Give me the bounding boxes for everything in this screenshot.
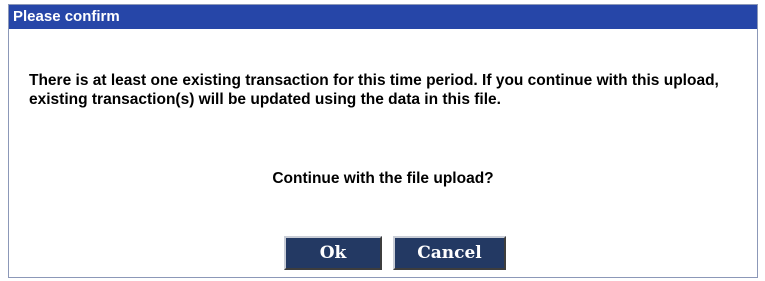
dialog-title: Please confirm [13,8,120,25]
confirm-dialog: Please confirm There is at least one exi… [8,4,758,278]
dialog-message: There is at least one existing transacti… [29,72,719,108]
ok-button[interactable]: Ok [284,236,382,270]
dialog-titlebar: Please confirm [9,5,757,29]
dialog-question: Continue with the file upload? [272,170,494,187]
cancel-button[interactable]: Cancel [393,236,506,270]
